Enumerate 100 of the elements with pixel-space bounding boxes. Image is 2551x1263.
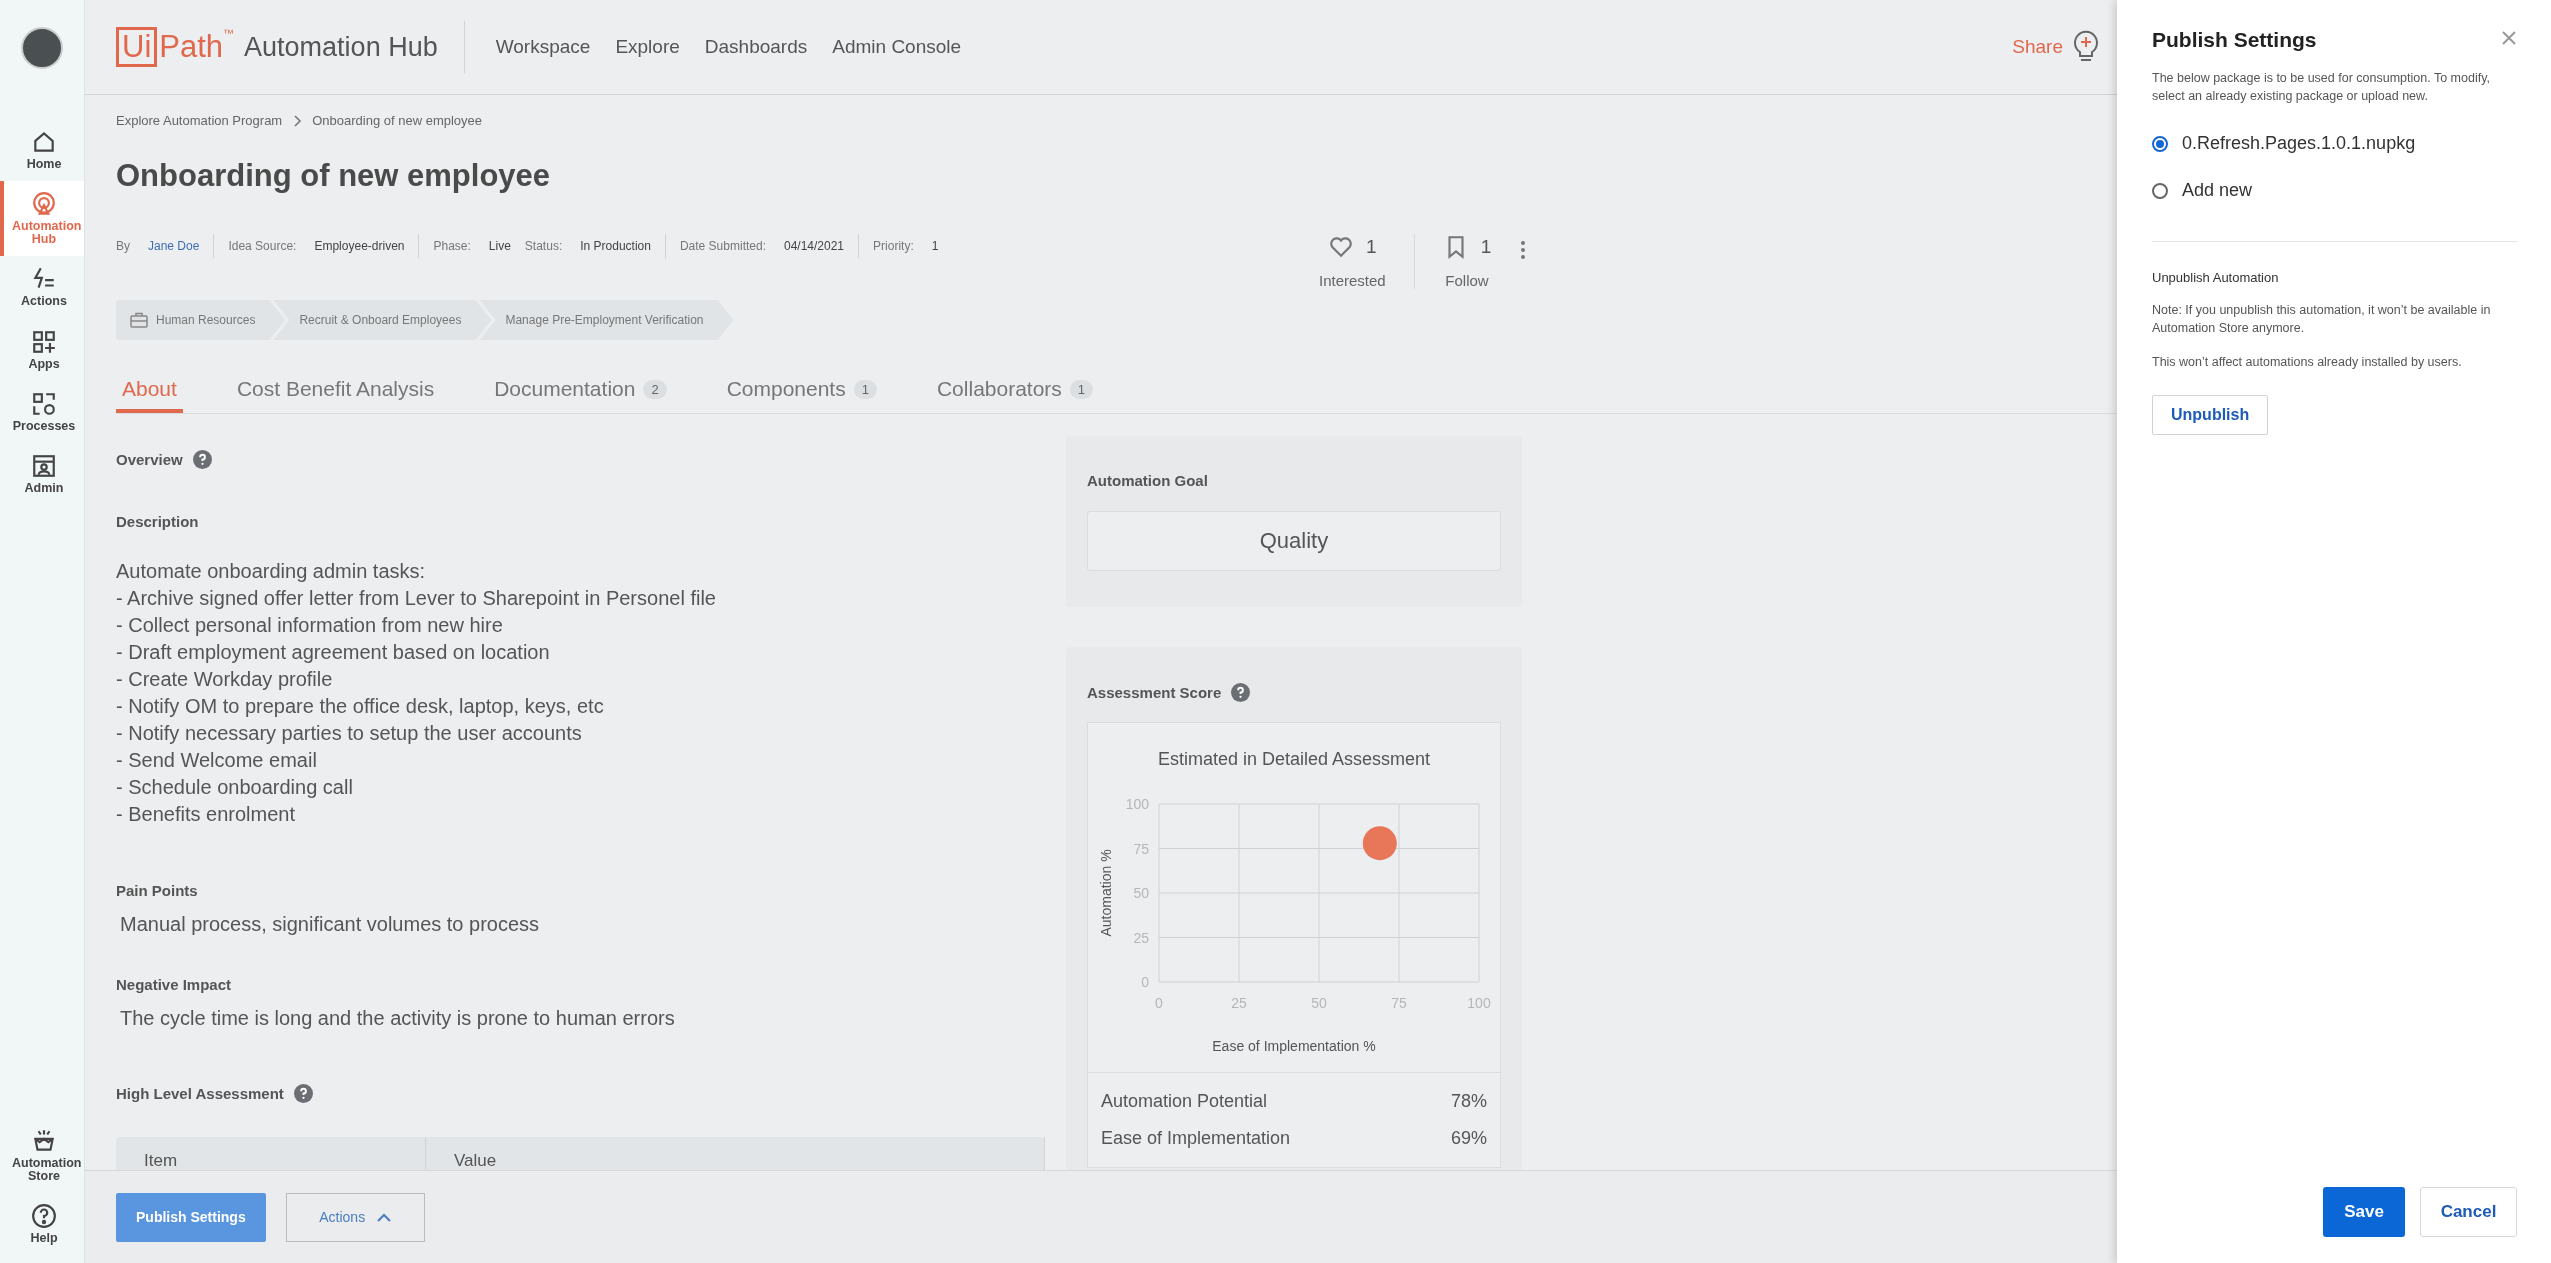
briefcase-icon xyxy=(130,312,148,328)
goal-value: Quality xyxy=(1087,511,1501,571)
sidebar-item[interactable]: Home xyxy=(0,119,84,182)
description-line: - Archive signed offer letter from Lever to Sharepoint in Personel file xyxy=(116,586,717,611)
apps-icon xyxy=(31,328,57,355)
section-text: The cycle time is long and the activity is prone to human errors xyxy=(120,1007,676,1030)
meta-value: Employee-driven xyxy=(314,238,405,255)
save-button[interactable]: Save xyxy=(2323,1187,2405,1237)
nav-link[interactable]: Admin Console xyxy=(832,36,962,58)
app-name: Automation Hub xyxy=(244,21,465,73)
help-icon xyxy=(31,1202,57,1229)
caret-icon xyxy=(377,1212,392,1222)
description-line: - Draft employment agreement based on location xyxy=(116,640,551,665)
sidebar-item[interactable]: Actions xyxy=(0,256,84,319)
help-icon[interactable] xyxy=(1231,683,1251,702)
card-heading: Assessment Score xyxy=(1087,684,1222,701)
stat-label: Follow xyxy=(1445,272,1489,289)
panel-description: The below package is to be used for consumption. To modify, select an already existing package or upload new. xyxy=(2152,70,2491,105)
tab[interactable]: Cost Benefit Analysis xyxy=(230,376,441,413)
axis-title: Ease of Implementation % xyxy=(1211,1038,1377,1054)
tab[interactable]: Documentation 2 xyxy=(488,376,673,413)
breadcrumb-current: Onboarding of new employee xyxy=(312,113,483,128)
tick-label: 25 xyxy=(1231,995,1247,1011)
tick-label: 50 xyxy=(1133,885,1149,901)
meta-label: Phase: xyxy=(433,238,471,255)
cancel-button[interactable]: Cancel xyxy=(2420,1187,2517,1237)
radio-label[interactable]: 0.Refresh.Pages.1.0.1.nupkg xyxy=(2182,133,2416,154)
home-icon xyxy=(31,129,57,155)
chevron-right-icon xyxy=(292,114,303,127)
axis-title: Automation % xyxy=(1098,849,1114,937)
sidebar-item[interactable]: Automation Store xyxy=(0,1117,84,1193)
author-link[interactable]: Jane Doe xyxy=(148,234,200,258)
sidebar-item[interactable]: Processes xyxy=(0,380,84,443)
nav-link[interactable]: Explore xyxy=(615,36,680,58)
tick-label: 100 xyxy=(1125,796,1149,812)
sidebar-item[interactable]: Admin xyxy=(0,442,84,505)
lightbulb-plus-icon[interactable] xyxy=(2071,30,2101,64)
category-step[interactable]: Human Resources xyxy=(116,300,286,340)
sidebar-item[interactable]: Automation Hub xyxy=(0,181,84,257)
section-heading: Overview xyxy=(116,451,183,468)
radio-label[interactable]: Add new xyxy=(2182,180,2253,201)
sidebar-item[interactable]: Help xyxy=(0,1192,84,1255)
score-value: 69% xyxy=(1450,1127,1487,1150)
stat-count: 1 xyxy=(1366,236,1377,258)
processes-icon xyxy=(31,390,57,417)
count-badge: 2 xyxy=(643,379,667,399)
tick-label: 100 xyxy=(1467,995,1491,1011)
chart-title: Estimated in Detailed Assessment xyxy=(1156,749,1432,770)
meta-value: Live xyxy=(488,238,511,255)
store-icon xyxy=(31,1127,57,1154)
breadcrumb-link[interactable]: Explore Automation Program xyxy=(116,113,283,128)
description-line: Automate onboarding admin tasks: xyxy=(116,559,427,584)
more-icon[interactable] xyxy=(1519,240,1528,260)
user-avatar[interactable] xyxy=(21,27,63,69)
description-line: - Schedule onboarding call xyxy=(116,775,354,800)
radio-button[interactable] xyxy=(2152,135,2168,152)
section-heading: Negative Impact xyxy=(116,976,232,993)
close-icon[interactable] xyxy=(2501,30,2517,46)
logo-text: Path xyxy=(158,28,224,66)
tab[interactable]: Components 1 xyxy=(720,376,883,413)
meta-label: Status: xyxy=(524,238,563,255)
count-badge: 1 xyxy=(853,379,877,399)
nav-link[interactable]: Workspace xyxy=(495,36,591,58)
meta-label: By xyxy=(116,238,130,255)
nav-link[interactable]: Dashboards xyxy=(704,36,808,58)
card-heading: Automation Goal xyxy=(1087,472,1208,489)
count-badge: 1 xyxy=(1069,379,1094,399)
sidebar-item[interactable]: Apps xyxy=(0,318,84,381)
tick-label: 75 xyxy=(1133,840,1149,857)
score-value: 78% xyxy=(1450,1090,1487,1113)
description-line: - Send Welcome email xyxy=(116,748,318,773)
page-title: Onboarding of new employee xyxy=(116,158,552,194)
stat-label: Interested xyxy=(1319,272,1386,289)
tick-label: 25 xyxy=(1133,929,1149,946)
admin-icon xyxy=(31,452,57,479)
heart-icon[interactable] xyxy=(1328,234,1355,260)
description-line: - Collect personal information from new hire xyxy=(116,613,504,638)
section-heading: High Level Assessment xyxy=(116,1085,284,1102)
unpublish-button[interactable]: Unpublish xyxy=(2152,395,2269,435)
score-label: Automation Potential xyxy=(1101,1090,1268,1113)
category-step[interactable]: Recruit & Onboard Employees xyxy=(273,300,492,340)
meta-value: 04/14/2021 xyxy=(784,238,845,255)
panel-title: Publish Settings xyxy=(2152,28,2317,52)
meta-value: 1 xyxy=(931,238,939,255)
signal-icon xyxy=(31,191,57,218)
radio-button[interactable] xyxy=(2152,182,2168,199)
description-line: - Benefits enrolment xyxy=(116,802,296,827)
meta-value: In Production xyxy=(580,238,651,255)
tab[interactable]: Collaborators 1 xyxy=(930,376,1100,413)
tick-label: 50 xyxy=(1311,995,1327,1011)
description-line: - Notify necessary parties to setup the user accounts xyxy=(116,721,583,746)
tick-label: 0 xyxy=(1141,974,1149,990)
actions-button[interactable]: Actions xyxy=(285,1192,425,1242)
category-step[interactable]: Manage Pre-Employment Verification xyxy=(479,300,734,340)
trademark: ™ xyxy=(223,27,235,39)
logo-mark: Ui xyxy=(116,27,158,67)
help-icon[interactable] xyxy=(293,1084,313,1103)
section-heading: Unpublish Automation xyxy=(2152,270,2280,285)
help-icon[interactable] xyxy=(192,450,212,469)
score-label: Ease of Implementation xyxy=(1101,1127,1291,1150)
